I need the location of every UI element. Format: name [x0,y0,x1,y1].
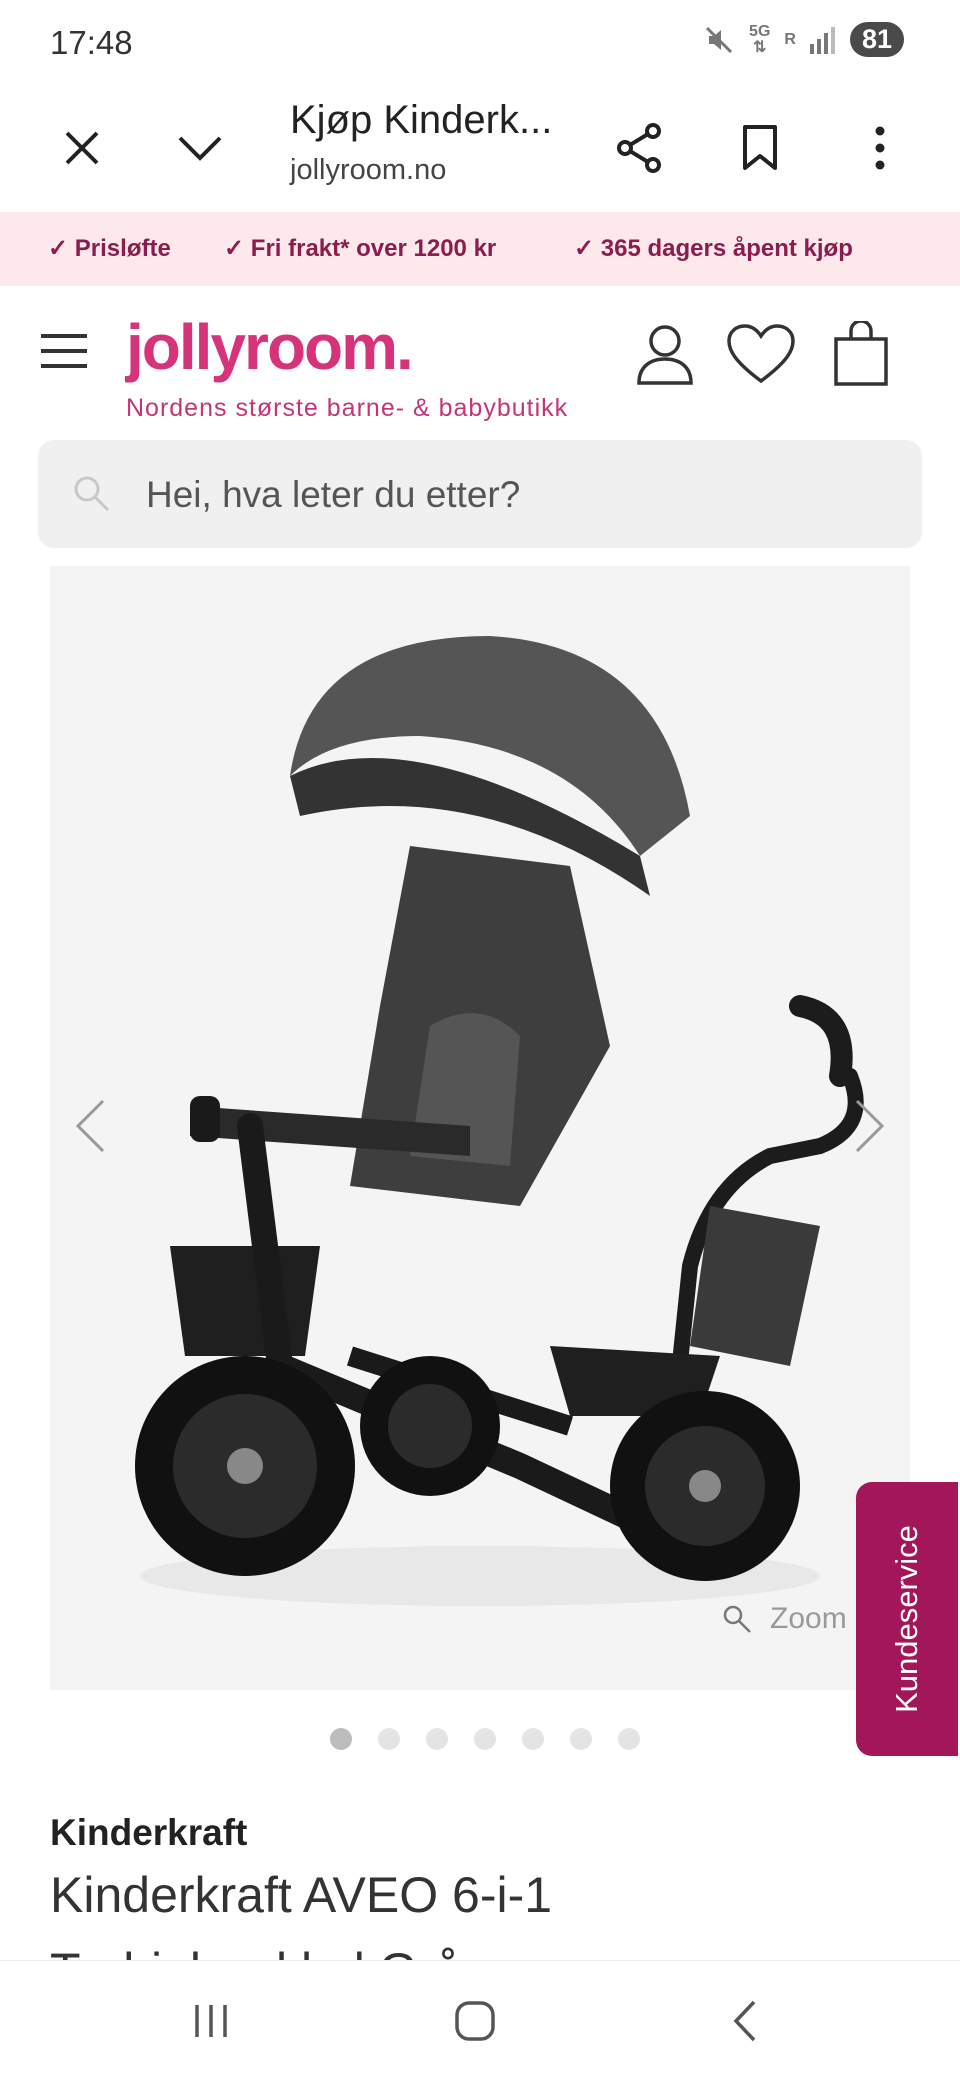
search-bar[interactable] [38,440,922,548]
product-brand[interactable]: Kinderkraft [50,1812,247,1854]
gallery-dot[interactable] [426,1728,448,1750]
cart-button[interactable] [826,318,896,390]
user-icon [637,325,693,385]
usp-label: Prisløfte [74,235,171,262]
zoom-button[interactable]: Zoom [722,1602,847,1636]
page-title: Kjøp Kinderk... [290,98,553,142]
status-icons: 5G ⇅ R 81 [703,22,904,57]
customer-service-label: Kundeservice [889,1525,924,1713]
wishlist-button[interactable] [724,318,798,390]
browser-toolbar: Kjøp Kinderk... jollyroom.no [0,86,960,214]
shopping-bag-icon [834,321,888,386]
zoom-label: Zoom [770,1602,847,1635]
search-input[interactable] [144,466,888,524]
status-bar: 17:48 5G ⇅ R 81 [0,0,960,86]
customer-service-button[interactable]: Kundeservice [856,1482,958,1756]
check-icon: ✓ [574,235,595,262]
system-navigation-bar [0,1960,960,2081]
battery-indicator: 81 [849,22,904,57]
status-time: 17:48 [50,24,133,61]
back-icon [733,2000,756,2042]
home-icon [455,2001,495,2041]
gallery-dot[interactable] [474,1728,496,1750]
account-button[interactable] [630,318,700,390]
recent-apps-icon [195,2005,227,2037]
gallery-dot[interactable] [378,1728,400,1750]
hamburger-icon [41,334,87,368]
share-button[interactable] [610,118,670,178]
heart-icon [727,324,795,384]
minimize-button[interactable] [170,118,230,178]
roaming-label: R [784,30,796,48]
site-tagline: Nordens største barne- & babybutikk [126,394,569,422]
mute-icon [705,26,733,53]
search-icon [74,476,110,512]
usp-item: ✓ Fri frakt* over 1200 kr [224,234,496,263]
site-logo[interactable]: jollyroom. [126,310,414,384]
gallery-dot[interactable] [618,1728,640,1750]
network-arrows-icon: ⇅ [753,38,767,56]
network-type: 5G [749,22,771,40]
signal-icon [809,26,835,54]
page-url[interactable]: jollyroom.no [290,154,446,187]
zoom-icon [723,1605,751,1633]
product-title-line2: Trehjulssykkel Grå [50,1942,462,1960]
product-image-gallery[interactable] [50,566,910,1690]
product-title: Kinderkraft AVEO 6-i-1 [50,1867,553,1923]
chevron-down-icon [178,136,222,161]
close-tab-button[interactable] [52,118,112,178]
gallery-dot[interactable] [570,1728,592,1750]
close-icon [65,131,99,165]
gallery-dot[interactable] [330,1728,352,1750]
chevron-right-icon [855,1099,885,1153]
bookmark-icon [743,125,777,170]
menu-button[interactable] [36,326,92,376]
network-indicator: 5G ⇅ [749,22,771,56]
usp-label: 365 dagers åpent kjøp [600,235,853,262]
more-vertical-icon [875,126,885,170]
share-icon [617,123,661,173]
bookmark-button[interactable] [730,118,790,178]
gallery-pagination [330,1728,640,1750]
product-image [135,636,864,1606]
roaming-indicator: R [784,30,796,48]
chevron-left-icon [75,1099,105,1153]
gallery-next-button[interactable] [840,1086,900,1166]
check-icon: ✓ [48,235,69,262]
usp-item: ✓ Prisløfte [48,234,171,263]
usp-item: ✓ 365 dagers åpent kjøp [574,234,853,263]
check-icon: ✓ [224,235,245,262]
home-button[interactable] [440,1989,510,2053]
more-options-button[interactable] [850,118,910,178]
gallery-prev-button[interactable] [60,1086,120,1166]
recent-apps-button[interactable] [176,1989,246,2053]
back-button[interactable] [710,1989,780,2053]
usp-bar: ✓ Prisløfte ✓ Fri frakt* over 1200 kr ✓ … [0,212,960,286]
gallery-dot[interactable] [522,1728,544,1750]
usp-label: Fri frakt* over 1200 kr [250,235,497,262]
